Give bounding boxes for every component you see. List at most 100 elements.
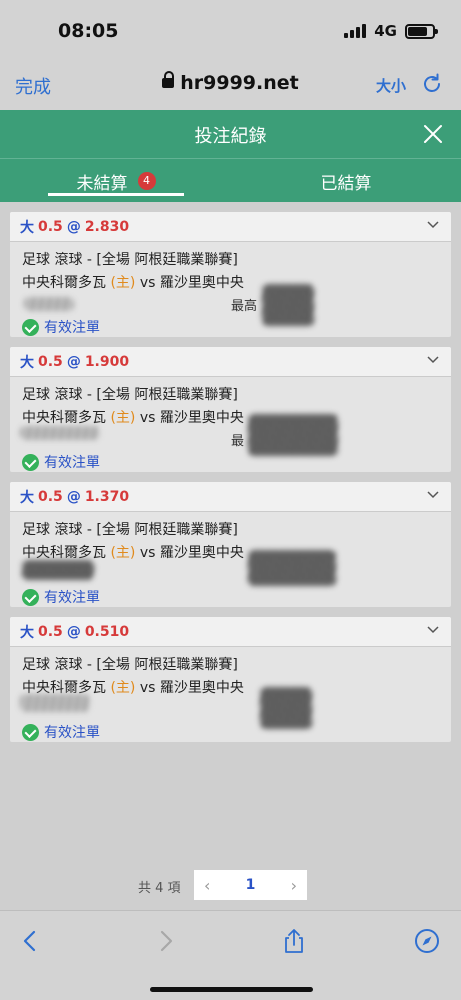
next-page-button[interactable]: › xyxy=(291,876,297,895)
total-count: 共 4 項 xyxy=(138,881,181,896)
current-page[interactable]: 1 xyxy=(246,877,256,893)
reload-icon[interactable] xyxy=(420,72,444,96)
pager: ‹ 1 › xyxy=(194,870,307,900)
status-indicators: 4G xyxy=(344,22,438,40)
bet-status-label: 有效注單 xyxy=(44,455,100,471)
home-tag: (主) xyxy=(110,680,136,696)
browser-toolbar xyxy=(0,910,461,1000)
league-label: 足球 滾球 - [全場 阿根廷職業聯賽] xyxy=(22,387,238,403)
vs-label: vs xyxy=(139,410,156,426)
bet-card: 大 0.5 @ 0.510 足球 滾球 - [全場 阿根廷職業聯賽] 中央科爾多… xyxy=(10,617,451,742)
bet-card-body: 足球 滾球 - [全場 阿根廷職業聯賽] 中央科爾多瓦 (主) vs 羅沙里奧中… xyxy=(10,377,451,472)
check-circle-icon xyxy=(22,723,39,741)
bet-status-label: 有效注單 xyxy=(44,320,100,336)
bet-card-header[interactable]: 大 0.5 @ 1.370 xyxy=(10,482,451,512)
bet-list: 大 0.5 @ 2.830 足球 滾球 - [全場 阿根廷職業聯賽] 中央科爾多… xyxy=(10,212,451,752)
bet-at: @ xyxy=(66,353,81,370)
bet-odds: 2.830 xyxy=(84,218,130,235)
prev-page-button[interactable]: ‹ xyxy=(204,876,210,895)
status-bar: 08:05 4G xyxy=(0,0,461,60)
home-indicator xyxy=(150,987,313,992)
check-circle-icon xyxy=(22,588,39,606)
away-team: 羅沙里奧中央 xyxy=(159,545,244,561)
compass-icon[interactable] xyxy=(414,928,440,954)
close-icon[interactable] xyxy=(421,122,445,146)
redacted-stake xyxy=(20,426,100,440)
tab-bar: 未結算 4 已結算 xyxy=(0,158,461,202)
status-time: 08:05 xyxy=(58,20,119,42)
bet-card: 大 0.5 @ 1.370 足球 滾球 - [全場 阿根廷職業聯賽] 中央科爾多… xyxy=(10,482,451,607)
network-label: 4G xyxy=(374,22,397,40)
bet-pick: 大 xyxy=(20,624,34,641)
modal-header: 投注紀錄 xyxy=(0,110,461,158)
signal-icon xyxy=(344,24,367,38)
bet-odds: 0.510 xyxy=(84,623,130,640)
redacted-amount xyxy=(248,414,338,456)
bet-pick: 大 xyxy=(20,354,34,371)
browser-bar: 完成 hr9999.net 大小 xyxy=(0,60,461,110)
tab-unsettled-label: 未結算 xyxy=(76,173,128,194)
vs-label: vs xyxy=(139,275,156,291)
away-team: 羅沙里奧中央 xyxy=(159,680,244,696)
home-tag: (主) xyxy=(110,410,136,426)
bet-pick: 大 xyxy=(20,489,34,506)
chevron-down-icon[interactable] xyxy=(427,356,439,364)
chevron-down-icon[interactable] xyxy=(427,221,439,229)
bet-odds: 1.900 xyxy=(84,353,130,370)
vs-label: vs xyxy=(139,680,156,696)
back-icon[interactable] xyxy=(18,928,44,954)
count-badge: 4 xyxy=(137,172,156,190)
bet-card-header[interactable]: 大 0.5 @ 2.830 xyxy=(10,212,451,242)
tab-settled[interactable]: 已結算 xyxy=(280,159,412,203)
lock-icon xyxy=(162,71,175,88)
chevron-down-icon[interactable] xyxy=(427,491,439,499)
bet-line: 0.5 xyxy=(38,488,63,505)
bet-line: 0.5 xyxy=(38,218,63,235)
redacted-amount xyxy=(248,550,336,586)
bet-status: 有效注單 xyxy=(22,722,100,742)
redacted-amount xyxy=(262,284,314,326)
battery-icon xyxy=(405,23,438,39)
bet-at: @ xyxy=(66,488,81,505)
tab-unsettled[interactable]: 未結算 4 xyxy=(48,159,184,203)
page-title: 投注紀錄 xyxy=(194,126,267,147)
bet-card-body: 足球 滾球 - [全場 阿根廷職業聯賽] 中央科爾多瓦 (主) vs 羅沙里奧中… xyxy=(10,242,451,337)
home-team: 中央科爾多瓦 xyxy=(22,545,106,561)
bet-card-header[interactable]: 大 0.5 @ 0.510 xyxy=(10,617,451,647)
bet-card-body: 足球 滾球 - [全場 阿根廷職業聯賽] 中央科爾多瓦 (主) vs 羅沙里奧中… xyxy=(10,512,451,607)
bet-card-body: 足球 滾球 - [全場 阿根廷職業聯賽] 中央科爾多瓦 (主) vs 羅沙里奧中… xyxy=(10,647,451,742)
max-win-label: 最 xyxy=(231,434,245,449)
forward-icon[interactable] xyxy=(152,928,178,954)
url-text: hr9999.net xyxy=(180,72,299,94)
bet-card: 大 0.5 @ 1.900 足球 滾球 - [全場 阿根廷職業聯賽] 中央科爾多… xyxy=(10,347,451,472)
bet-at: @ xyxy=(66,623,81,640)
bet-line: 0.5 xyxy=(38,623,63,640)
match-teams: 中央科爾多瓦 (主) vs 羅沙里奧中央 xyxy=(22,407,244,427)
away-team: 羅沙里奧中央 xyxy=(159,410,244,426)
redacted-stake xyxy=(24,297,74,311)
bet-card: 大 0.5 @ 2.830 足球 滾球 - [全場 阿根廷職業聯賽] 中央科爾多… xyxy=(10,212,451,337)
match-teams: 中央科爾多瓦 (主) vs 羅沙里奧中央 xyxy=(22,542,244,562)
vs-label: vs xyxy=(139,545,156,561)
bet-pick: 大 xyxy=(20,219,34,236)
redacted-stake xyxy=(20,694,90,712)
league-label: 足球 滾球 - [全場 阿根廷職業聯賽] xyxy=(22,522,238,538)
redacted-amount xyxy=(260,687,312,729)
home-team: 中央科爾多瓦 xyxy=(22,275,106,291)
bet-status-label: 有效注單 xyxy=(44,590,100,606)
bet-status-label: 有效注單 xyxy=(44,725,100,741)
home-team: 中央科爾多瓦 xyxy=(22,410,106,426)
share-icon[interactable] xyxy=(281,928,307,954)
bet-odds: 1.370 xyxy=(84,488,130,505)
text-size-button[interactable]: 大小 xyxy=(376,75,406,96)
bet-at: @ xyxy=(66,218,81,235)
bet-status: 有效注單 xyxy=(22,452,100,472)
chevron-down-icon[interactable] xyxy=(427,626,439,634)
max-win-label: 最高 xyxy=(231,299,258,314)
bet-card-header[interactable]: 大 0.5 @ 1.900 xyxy=(10,347,451,377)
bet-status: 有效注單 xyxy=(22,587,100,607)
match-teams: 中央科爾多瓦 (主) vs 羅沙里奧中央 xyxy=(22,272,244,292)
home-tag: (主) xyxy=(110,275,136,291)
home-tag: (主) xyxy=(110,545,136,561)
redacted-stake xyxy=(22,560,94,580)
